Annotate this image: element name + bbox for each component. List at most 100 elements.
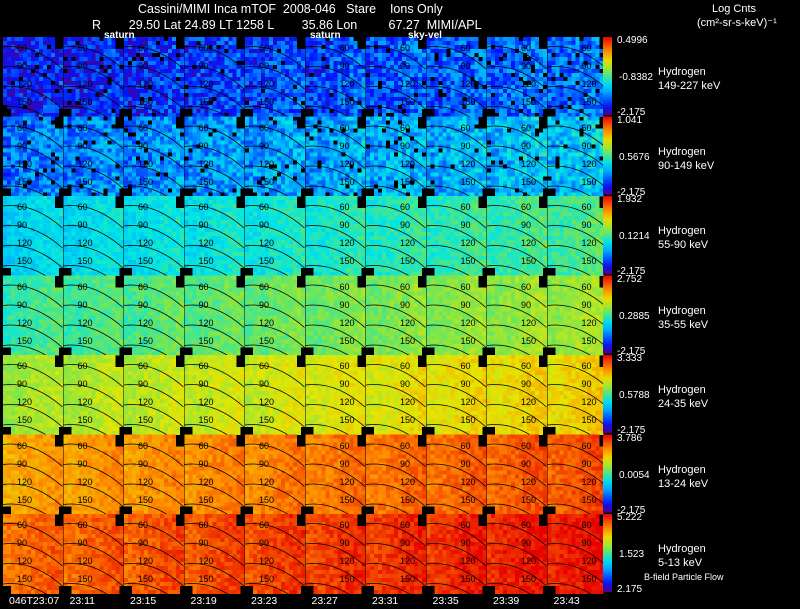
contour-label: 150: [521, 97, 536, 107]
energy-range: 149-227 keV: [658, 79, 720, 93]
colorbar-min: 2.175: [617, 584, 642, 595]
contour-label: 60: [340, 202, 350, 212]
contour-label: 150: [521, 415, 536, 425]
species-label: Hydrogen 90-149 keV: [658, 145, 714, 173]
energy-range: 24-35 keV: [658, 397, 708, 411]
contour-label: 60: [521, 520, 531, 530]
contour-label: 90: [78, 538, 88, 548]
contour-label: 60: [78, 520, 88, 530]
contour-label: 120: [138, 477, 153, 487]
energy-range: 90-149 keV: [658, 159, 714, 173]
contour-label: 60: [521, 43, 531, 53]
species-name: Hydrogen: [658, 542, 706, 556]
contour-label: 120: [17, 397, 32, 407]
contour-label: 120: [582, 397, 597, 407]
contour-label: 90: [521, 538, 531, 548]
contour-label: 150: [521, 495, 536, 505]
contour-label: 90: [400, 459, 410, 469]
image-panel: [2, 514, 63, 607]
contour-label: 60: [199, 520, 209, 530]
image-panel: [365, 275, 426, 368]
time-label: 23:43: [554, 595, 580, 607]
contour-label: 90: [521, 220, 531, 230]
contour-label: 120: [582, 318, 597, 328]
image-panel: [244, 196, 305, 289]
colorbar-mid: 0.5676: [619, 152, 650, 163]
image-panel: [63, 275, 124, 368]
contour-label: 60: [138, 361, 148, 371]
contour-label: 120: [138, 238, 153, 248]
contour-label: 150: [582, 177, 597, 187]
contour-label: 90: [340, 379, 350, 389]
contour-label: 60: [521, 123, 531, 133]
contour-label: 120: [259, 238, 274, 248]
contour-label: 90: [340, 141, 350, 151]
contour-label: 150: [17, 336, 32, 346]
contour-label: 90: [199, 220, 209, 230]
contour-label: 90: [461, 220, 471, 230]
contour-label: 90: [17, 459, 27, 469]
contour-label: 150: [582, 336, 597, 346]
contour-label: 150: [259, 574, 274, 584]
contour-label: 90: [17, 141, 27, 151]
contour-label: 90: [17, 300, 27, 310]
contour-label: 120: [78, 238, 93, 248]
contour-label: 150: [461, 415, 476, 425]
contour-label: 60: [17, 361, 27, 371]
contour-label: 60: [582, 441, 592, 451]
image-panel: [426, 196, 487, 289]
image-panel: [547, 116, 608, 209]
contour-label: 60: [521, 441, 531, 451]
contour-label: 120: [461, 238, 476, 248]
contour-label: 60: [521, 202, 531, 212]
sky-velocity-marker: sky-vel: [408, 30, 442, 41]
image-panel: [2, 434, 63, 527]
contour-label: 90: [259, 538, 269, 548]
contour-label: 90: [17, 538, 27, 548]
contour-label: 120: [17, 79, 32, 89]
time-label: 046T23:07: [9, 595, 59, 607]
time-label: 23:39: [493, 595, 519, 607]
image-panel: [365, 434, 426, 527]
contour-label: 150: [17, 495, 32, 505]
contour-label: 60: [461, 361, 471, 371]
colorbar: [603, 116, 612, 195]
contour-label: 150: [138, 495, 153, 505]
image-panel: [2, 37, 63, 130]
species-label: Hydrogen 149-227 keV: [658, 65, 720, 93]
species-label: Hydrogen 35-55 keV: [658, 304, 708, 332]
contour-label: 120: [340, 556, 355, 566]
saturn-marker: saturn: [310, 30, 341, 41]
contour-label: 90: [400, 61, 410, 71]
contour-label: 150: [461, 97, 476, 107]
colorbar: [603, 514, 612, 592]
contour-label: 60: [582, 361, 592, 371]
image-panel: [63, 434, 124, 527]
contour-label: 60: [138, 520, 148, 530]
contour-label: 60: [400, 441, 410, 451]
contour-label: 60: [400, 520, 410, 530]
contour-label: 120: [78, 318, 93, 328]
contour-label: 90: [582, 300, 592, 310]
contour-label: 150: [199, 336, 214, 346]
contour-label: 90: [582, 220, 592, 230]
contour-label: 120: [400, 79, 415, 89]
image-panel: [365, 196, 426, 289]
image-panel: [305, 434, 366, 527]
contour-label: 120: [138, 159, 153, 169]
contour-label: 60: [461, 441, 471, 451]
contour-label: 60: [400, 123, 410, 133]
colorbar-max: 2.752: [617, 274, 642, 285]
contour-label: 60: [259, 520, 269, 530]
contour-label: 60: [582, 43, 592, 53]
contour-label: 150: [259, 177, 274, 187]
species-name: Hydrogen: [658, 304, 708, 318]
colorbar-max: 5.222: [617, 512, 642, 523]
contour-label: 120: [521, 79, 536, 89]
contour-label: 60: [17, 43, 27, 53]
contour-label: 120: [461, 318, 476, 328]
contour-label: 120: [199, 238, 214, 248]
contour-label: 60: [199, 202, 209, 212]
colorbar-max: 1.041: [617, 115, 642, 126]
image-panel: [184, 196, 245, 289]
